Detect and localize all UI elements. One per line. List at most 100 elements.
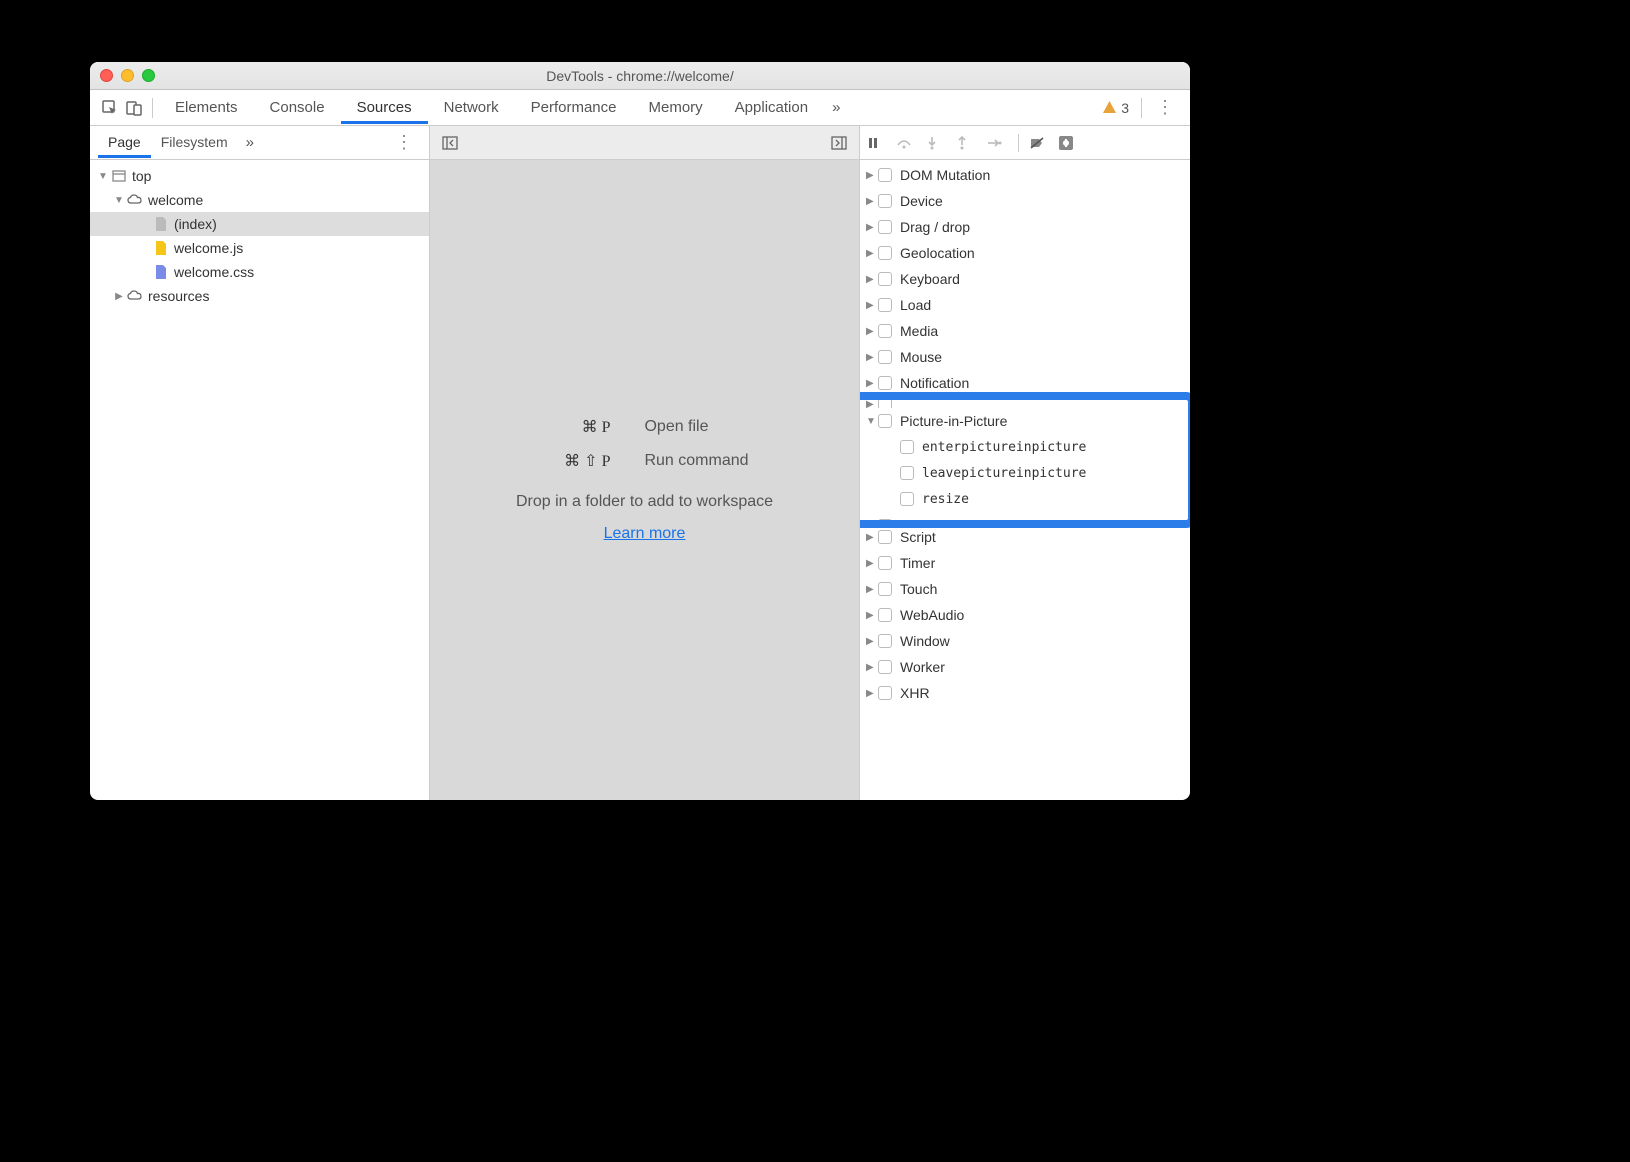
close-window-button[interactable] (100, 69, 113, 82)
cloud-icon (126, 193, 144, 207)
bp-category-window[interactable]: ▶Window (860, 628, 1190, 654)
bp-category-load[interactable]: ▶Load (860, 292, 1190, 318)
tab-application[interactable]: Application (719, 91, 824, 124)
checkbox[interactable] (878, 220, 892, 234)
bp-event-resize[interactable]: resize (860, 486, 1190, 512)
step-icon[interactable] (986, 136, 1008, 150)
checkbox[interactable] (878, 194, 892, 208)
bp-category-webaudio[interactable]: ▶ WebAudio (860, 602, 1190, 628)
bp-category-picture-in-picture[interactable]: ▼ Picture-in-Picture (860, 408, 1190, 434)
bp-category-dom-mutation[interactable]: ▶DOM Mutation (860, 162, 1190, 188)
file--index-[interactable]: (index) (90, 212, 429, 236)
chevron-right-icon: ▶ (866, 610, 878, 621)
toggle-navigator-icon[interactable] (438, 134, 462, 152)
bp-category-timer[interactable]: ▶Timer (860, 550, 1190, 576)
navigator-tab-page[interactable]: Page (98, 127, 151, 158)
checkbox[interactable] (878, 686, 892, 700)
navigator-tab-filesystem[interactable]: Filesystem (151, 127, 238, 158)
checkbox[interactable] (878, 660, 892, 674)
checkbox[interactable] (878, 530, 892, 544)
bp-event-leavepictureinpicture[interactable]: leavepictureinpicture (860, 460, 1190, 486)
bp-category-media[interactable]: ▶Media (860, 318, 1190, 344)
device-toolbar-icon[interactable] (122, 96, 146, 120)
bp-category-label: Timer (900, 555, 935, 571)
bp-category-label: Media (900, 323, 938, 339)
tab-console[interactable]: Console (254, 91, 341, 124)
checkbox[interactable] (900, 492, 914, 506)
chevron-right-icon: ▶ (866, 662, 878, 673)
chevron-right-icon: ▶ (112, 291, 126, 302)
bp-category-label: Load (900, 297, 931, 313)
tab-memory[interactable]: Memory (633, 91, 719, 124)
checkbox[interactable] (878, 324, 892, 338)
checkbox[interactable] (878, 168, 892, 182)
bp-event-label: enterpictureinpicture (922, 440, 1086, 455)
bp-category-label: WebAudio (900, 607, 964, 623)
step-over-icon[interactable] (896, 136, 918, 150)
checkbox[interactable] (878, 556, 892, 570)
main-tabstrip: ElementsConsoleSourcesNetworkPerformance… (90, 90, 1190, 126)
chevron-right-icon: ▶ (866, 532, 878, 543)
tree-domain[interactable]: ▼ welcome (90, 188, 429, 212)
file-welcome-js[interactable]: welcome.js (90, 236, 429, 260)
bp-category-label: Device (900, 193, 943, 209)
minimize-window-button[interactable] (121, 69, 134, 82)
checkbox[interactable] (900, 466, 914, 480)
toggle-debugger-icon[interactable] (827, 134, 851, 152)
pause-icon[interactable] (866, 136, 888, 150)
tree-root[interactable]: ▼ top (90, 164, 429, 188)
tab-performance[interactable]: Performance (515, 91, 633, 124)
deactivate-breakpoints-icon[interactable] (1029, 136, 1051, 150)
checkbox[interactable] (900, 440, 914, 454)
checkbox[interactable] (878, 414, 892, 428)
bp-category-geolocation[interactable]: ▶Geolocation (860, 240, 1190, 266)
settings-menu-button[interactable]: ⋮ (1148, 97, 1182, 118)
bp-category-label: Geolocation (900, 245, 975, 261)
tab-sources[interactable]: Sources (341, 91, 428, 124)
navigator-more-button[interactable]: » (238, 134, 262, 151)
clipped-row-below: ▶ x (860, 512, 1190, 524)
bp-category-xhr[interactable]: ▶XHR (860, 680, 1190, 706)
step-out-icon[interactable] (956, 136, 978, 150)
checkbox[interactable] (878, 582, 892, 596)
warnings-badge[interactable]: 3 (1096, 100, 1135, 116)
bp-category-touch[interactable]: ▶Touch (860, 576, 1190, 602)
checkbox[interactable] (878, 608, 892, 622)
bp-event-label: resize (922, 492, 969, 507)
bp-category-mouse[interactable]: ▶Mouse (860, 344, 1190, 370)
debugger-toolbar (860, 126, 1190, 160)
navigator-menu-button[interactable]: ⋮ (387, 132, 421, 153)
bp-category-worker[interactable]: ▶ Worker (860, 654, 1190, 680)
checkbox[interactable] (878, 634, 892, 648)
shortcut-label: Run command (644, 452, 748, 470)
bp-event-label: leavepictureinpicture (922, 466, 1086, 481)
checkbox[interactable] (878, 272, 892, 286)
pause-on-exceptions-icon[interactable] (1059, 136, 1081, 150)
bp-category-keyboard[interactable]: ▶Keyboard (860, 266, 1190, 292)
bp-category-device[interactable]: ▶Device (860, 188, 1190, 214)
step-into-icon[interactable] (926, 136, 948, 150)
tab-elements[interactable]: Elements (159, 91, 254, 124)
bp-event-enterpictureinpicture[interactable]: enterpictureinpicture (860, 434, 1190, 460)
bp-category-drag-drop[interactable]: ▶Drag / drop (860, 214, 1190, 240)
checkbox[interactable] (878, 376, 892, 390)
bp-category-label: DOM Mutation (900, 167, 990, 183)
zoom-window-button[interactable] (142, 69, 155, 82)
tab-network[interactable]: Network (428, 91, 515, 124)
cloud-icon (126, 289, 144, 303)
tree-resources[interactable]: ▶ resources (90, 284, 429, 308)
file-welcome-css[interactable]: welcome.css (90, 260, 429, 284)
file-icon (152, 216, 170, 232)
bp-category-label: Worker (900, 659, 945, 675)
checkbox[interactable] (878, 350, 892, 364)
bp-category-script[interactable]: ▶Script (860, 524, 1190, 550)
checkbox[interactable] (878, 298, 892, 312)
more-tabs-button[interactable]: » (824, 99, 848, 116)
bp-category-notification[interactable]: ▶Notification (860, 370, 1190, 396)
bp-category-label: Picture-in-Picture (900, 413, 1007, 429)
learn-more-link[interactable]: Learn more (604, 525, 686, 543)
inspect-element-icon[interactable] (98, 96, 122, 120)
checkbox[interactable] (878, 246, 892, 260)
chevron-down-icon: ▼ (112, 195, 126, 206)
warning-icon (1102, 100, 1117, 115)
